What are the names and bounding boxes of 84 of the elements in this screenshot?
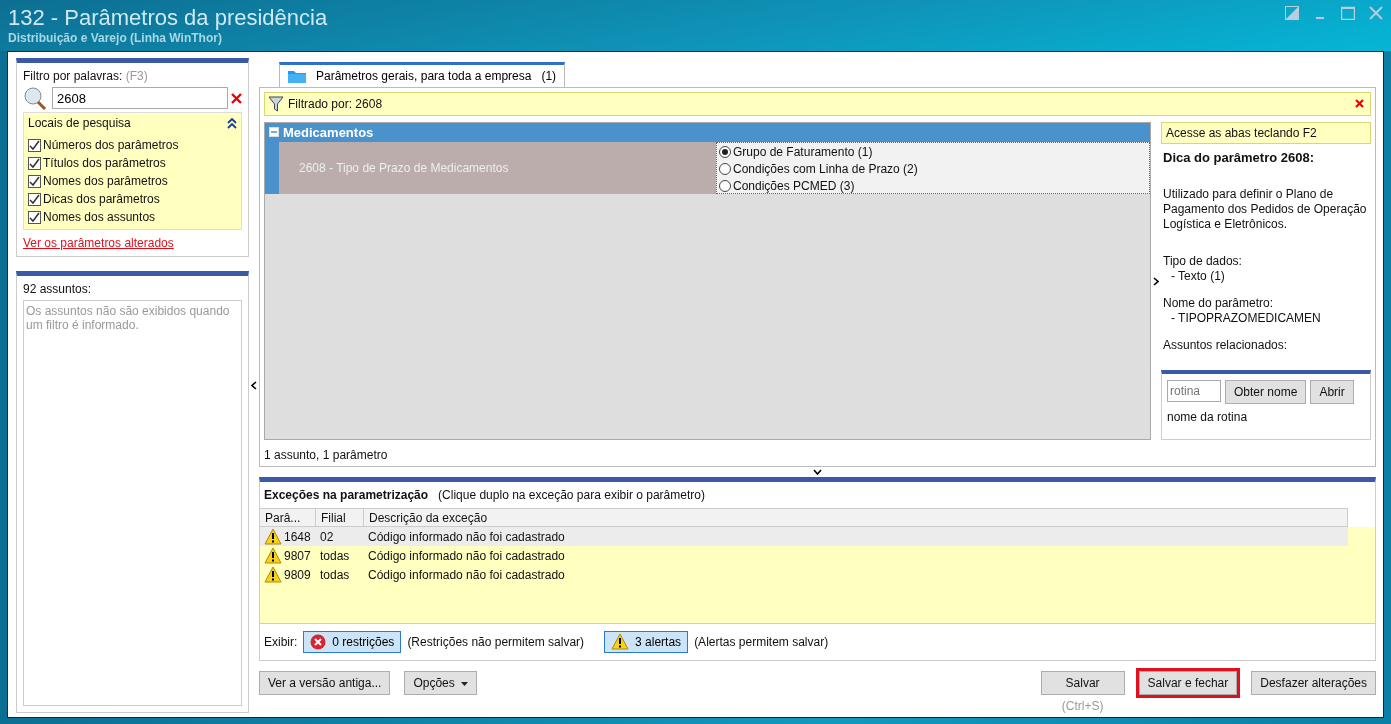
show-label: Exibir: — [264, 635, 298, 649]
column-header[interactable]: Parâ... — [260, 509, 316, 527]
window-title: 132 - Parâmetros da presidência — [8, 4, 328, 31]
filter-text: Filtrado por: 2608 — [288, 96, 384, 111]
shortcut-hint: (Ctrl+S) — [1061, 699, 1104, 713]
parameter-title: 2608 - Tipo de Prazo de Medicamentos — [279, 141, 716, 194]
exceptions-hint: (Clique duplo na exceção para exibir o parâmetro) — [438, 488, 705, 503]
checkbox-label: Nomes dos assuntos — [43, 210, 156, 224]
radio-label: Condições com Linha de Prazo (2) — [733, 162, 918, 177]
action-button[interactable]: Desfazer alterações — [1251, 671, 1376, 695]
routine-button[interactable]: Abrir — [1310, 380, 1354, 405]
checkbox-label: Títulos dos parâmetros — [43, 156, 166, 170]
exceptions-title: Exceções na parametrização — [264, 488, 429, 503]
warning-icon — [611, 633, 630, 651]
funnel-icon — [268, 95, 284, 112]
status-text: 1 assunto, 1 parâmetro — [264, 447, 389, 463]
collapse-icon[interactable] — [227, 117, 237, 129]
search-field[interactable]: 2608 — [52, 87, 228, 109]
clear-filter-icon[interactable] — [1355, 99, 1364, 109]
clear-icon[interactable] — [231, 92, 242, 104]
table-cell: 9809 — [284, 567, 311, 582]
table-cell: Código informado não foi cadastrado — [368, 529, 565, 544]
hint-heading: Tipo de dados: — [1163, 253, 1243, 269]
table-cell: 9807 — [284, 548, 311, 563]
hint-title: Dica do parâmetro 2608: — [1163, 149, 1315, 165]
table-cell: Código informado não foi cadastrado — [368, 567, 565, 582]
checkbox[interactable] — [28, 210, 41, 224]
routine-name: nome da rotina — [1167, 410, 1248, 425]
shortcut-hint: (F3) — [125, 69, 148, 83]
radio-label: Condições PCMED (3) — [733, 179, 855, 194]
subjects-message: Os assuntos não são exibidos quando um filtro é informado. — [23, 300, 242, 706]
tab[interactable]: Parâmetros gerais, para toda a empresa (1) — [279, 61, 566, 88]
checkbox[interactable] — [28, 192, 41, 206]
subjects-count: 92 assuntos: — [23, 282, 93, 296]
folder-icon — [288, 69, 306, 84]
exception-row[interactable]: 9807 todas Código informado não foi cadastrado — [260, 546, 1348, 566]
action-button[interactable]: Salvar — [1040, 671, 1125, 695]
exception-row[interactable]: 9809 todas Código informado não foi cadastrado — [260, 565, 1348, 585]
radio-button[interactable] — [719, 163, 731, 176]
hint-heading: Nome do parâmetro: — [1163, 295, 1275, 311]
error-icon — [310, 634, 327, 650]
checkbox[interactable] — [28, 156, 41, 170]
collapse-right-icon[interactable] — [1153, 276, 1159, 286]
radio-button[interactable] — [719, 180, 731, 193]
exception-row[interactable]: 1648 02 Código informado não foi cadastrado — [260, 527, 1348, 547]
column-header[interactable]: Descrição da exceção — [364, 509, 1348, 527]
hint-heading: Assuntos relacionados: — [1163, 337, 1289, 353]
filter-toggle[interactable]: 3 alertas — [604, 631, 689, 653]
row-indicator — [265, 141, 279, 194]
checkbox[interactable] — [28, 138, 41, 152]
collapse-left-icon[interactable] — [251, 381, 257, 390]
hint-value: - Texto (1) — [1170, 268, 1226, 284]
table-cell: todas — [320, 548, 350, 563]
action-button[interactable]: Salvar e fechar — [1138, 671, 1238, 695]
table-cell: 02 — [320, 529, 334, 544]
changed-params-link[interactable]: Ver os parâmetros alterados — [23, 236, 174, 250]
locations-title: Locais de pesquisa — [28, 116, 131, 130]
checkbox-label: Nomes dos parâmetros — [43, 174, 168, 188]
checkbox[interactable] — [28, 174, 41, 188]
warning-icon — [264, 547, 282, 565]
warning-icon — [264, 528, 282, 546]
toggle-note: (Alertas permitem salvar) — [694, 635, 829, 649]
radio-button[interactable] — [719, 146, 731, 159]
filter-label: Filtro por palavras: — [23, 69, 123, 83]
action-button[interactable]: Opções — [404, 671, 477, 695]
toggle-note: (Restrições não permitem salvar) — [407, 635, 585, 649]
table-cell: Código informado não foi cadastrado — [368, 548, 565, 563]
routine-button[interactable]: Obter nome — [1225, 380, 1307, 405]
table-cell: 1648 — [284, 529, 311, 544]
hint-value: - TIPOPRAZOMEDICAMEN — [1170, 310, 1322, 326]
collapse-down-icon[interactable] — [813, 469, 822, 476]
column-header[interactable]: Filial — [316, 509, 364, 527]
action-button[interactable]: Ver a versão antiga... — [259, 671, 391, 695]
search-icon — [23, 86, 49, 110]
radio-label: Grupo de Faturamento (1) — [733, 145, 873, 160]
filter-toggle[interactable]: 0 restrições — [303, 631, 402, 653]
checkbox-label: Números dos parâmetros — [43, 138, 179, 152]
window-subtitle: Distribuição e Varejo (Linha WinThor) — [8, 31, 223, 45]
hint-paragraph: Utilizado para definir o Plano de Pagamento dos Pedidos de Operação Logística e Eletrônicos. — [1163, 186, 1368, 232]
checkbox-label: Dicas dos parâmetros — [43, 192, 160, 206]
hint-banner: Acesse as abas teclando F2 — [1161, 121, 1371, 144]
table-cell: todas — [320, 567, 350, 582]
warning-icon — [264, 566, 282, 584]
routine-field[interactable]: rotina — [1167, 380, 1221, 403]
